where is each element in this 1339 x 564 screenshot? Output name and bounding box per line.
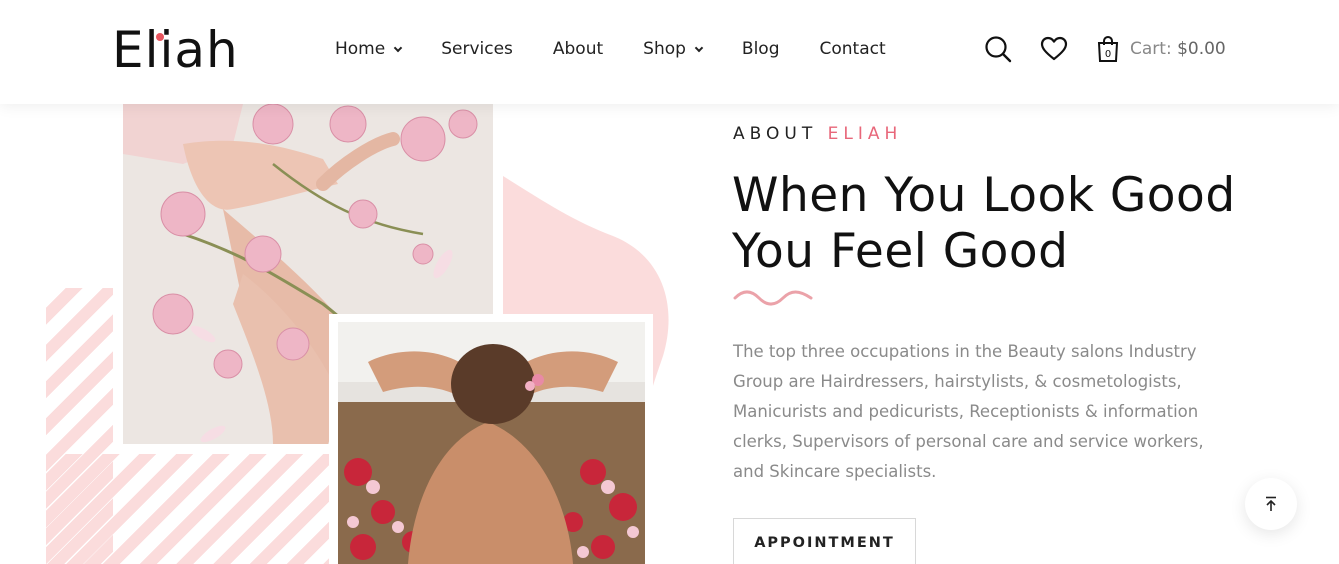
cart-amount: $0.00 [1177,39,1226,59]
search-icon[interactable] [984,35,1012,63]
nav-item-contact[interactable]: Contact [820,38,886,60]
decorative-stripes [46,454,329,564]
shopping-bag-icon: 0 [1097,35,1119,62]
wave-divider-icon [733,290,813,306]
section-eyebrow: ABOUT ELIAH [733,124,902,144]
cart-label: Cart: $0.00 [1130,39,1226,59]
header-actions: 0 Cart: $0.00 [984,35,1226,63]
nav-item-shop[interactable]: Shop [643,38,704,60]
svg-text:0: 0 [1105,49,1111,60]
chevron-down-icon [393,43,403,52]
heart-icon[interactable] [1040,36,1068,62]
eyebrow-text: ABOUT [733,124,818,144]
nav-item-label: Shop [643,39,686,59]
chevron-down-icon [694,43,704,52]
main-nav: Home Services About Shop Blog Contact [335,38,926,60]
nav-item-label: Contact [819,39,886,59]
nav-item-label: About [552,39,604,59]
section-title: When You Look Good You Feel Good [732,168,1252,280]
logo-dot [156,33,164,41]
nav-item-services[interactable]: Services [441,38,513,60]
site-header: Eliah Home Services About Shop Blog Cont… [0,0,1339,104]
nav-item-about[interactable]: About [553,38,603,60]
nav-item-label: Services [441,39,513,59]
arrow-up-icon [1266,496,1276,511]
cart-button[interactable]: 0 Cart: $0.00 [1096,35,1226,63]
section-description: The top three occupations in the Beauty … [733,342,1204,481]
nav-item-label: Blog [741,39,780,59]
scroll-to-top-button[interactable] [1245,478,1297,530]
nav-item-home[interactable]: Home [335,38,403,60]
logo[interactable]: Eliah [112,24,239,76]
appointment-button[interactable]: APPOINTMENT [733,518,916,564]
title-line-2: You Feel Good [732,224,1069,279]
spa-bath-photo [338,322,645,564]
title-line-1: When You Look Good [732,168,1236,223]
eyebrow-accent: ELIAH [827,124,903,144]
nav-item-blog[interactable]: Blog [742,38,780,60]
logo-text: Eliah [112,21,239,79]
nav-item-label: Home [335,39,386,59]
